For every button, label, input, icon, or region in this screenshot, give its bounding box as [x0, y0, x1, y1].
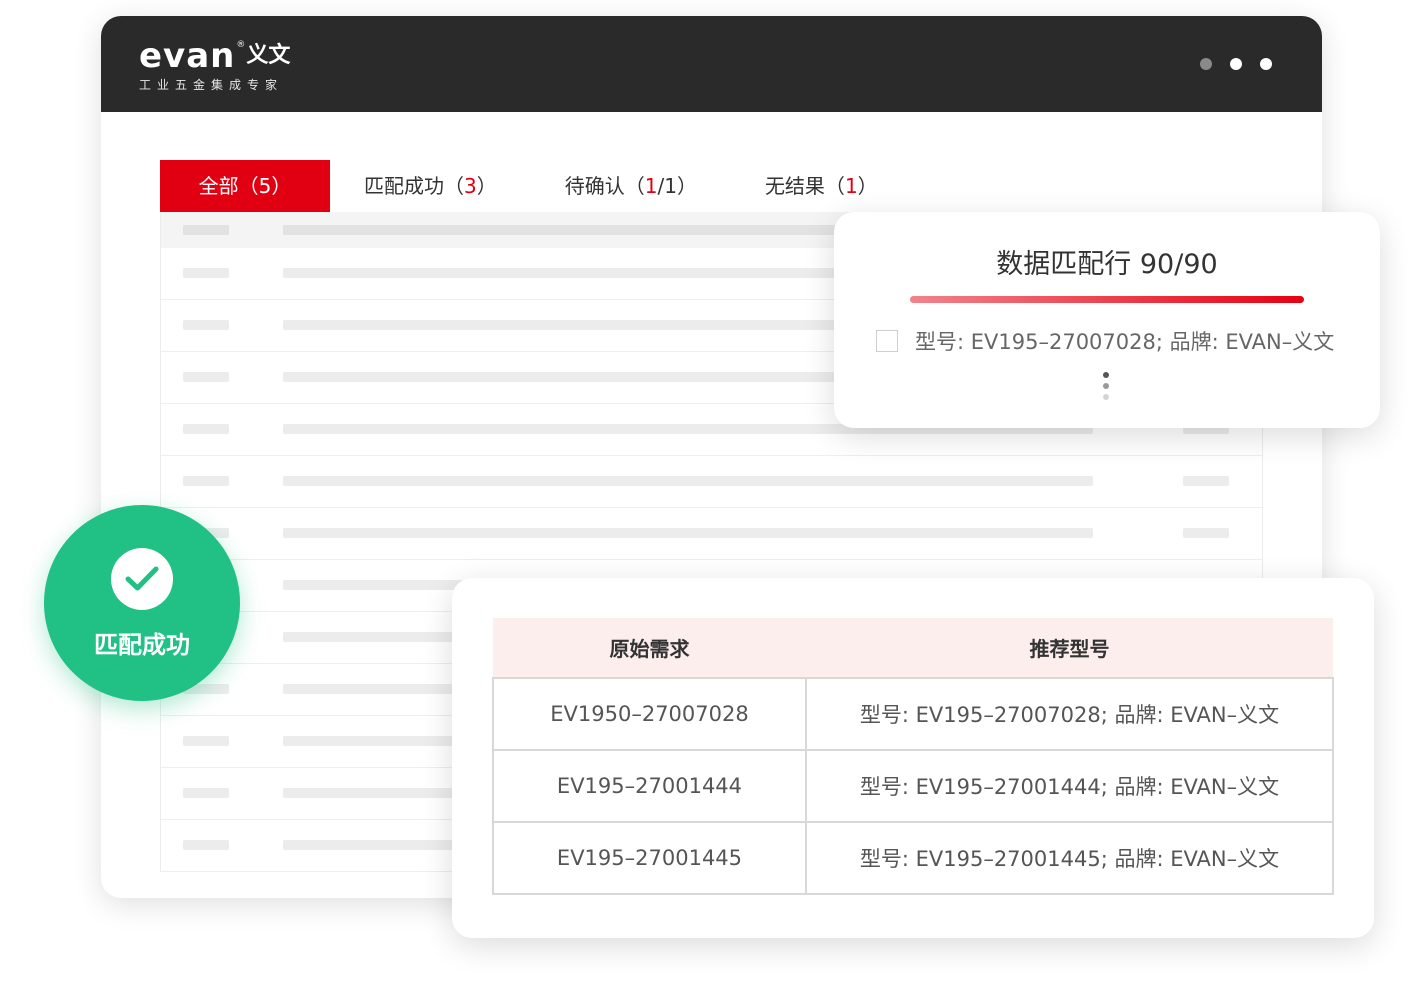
header-recommended-model: 推荐型号	[805, 618, 1333, 679]
progress-bar-fill	[910, 296, 1304, 303]
tab-count: 1	[844, 174, 858, 198]
badge-label: 匹配成功	[94, 631, 190, 659]
placeholder-bar	[183, 840, 229, 850]
placeholder-bar	[183, 268, 229, 278]
logo-tagline: 工业五金集成专家	[139, 78, 284, 92]
match-result-card: 原始需求 推荐型号 EV1950–27007028 型号: EV195–2700…	[452, 578, 1374, 938]
header-original-request: 原始需求	[493, 618, 806, 679]
filter-tabs: 全部（5） 匹配成功（3） 待确认（1/1） 无结果（1）	[160, 160, 912, 212]
table-row[interactable]: EV1950–27007028 型号: EV195–27007028; 品牌: …	[492, 677, 1335, 751]
logo-registered-mark: ®	[236, 40, 246, 50]
tab-label: 无结果（	[764, 174, 845, 198]
cell-recommended: 型号: EV195–27001445; 品牌: EVAN–义文	[804, 821, 1335, 895]
placeholder-bar	[1183, 528, 1229, 538]
tab-count-rest: /1	[657, 174, 677, 198]
placeholder-bar	[283, 476, 1093, 486]
placeholder-bar	[183, 424, 229, 434]
progress-bar	[910, 296, 1304, 303]
logo-word: evan	[139, 36, 236, 76]
tab-count: 1	[644, 174, 658, 198]
placeholder-bar	[183, 372, 229, 382]
tab-suffix: ）	[676, 174, 697, 198]
tab-suffix: ）	[476, 174, 497, 198]
cell-original: EV195–27001444	[492, 749, 807, 823]
table-row[interactable]: EV195–27001444 型号: EV195–27001444; 品牌: E…	[492, 749, 1335, 823]
tab-label: 全部（	[198, 174, 259, 198]
logo-chinese: 义文	[246, 43, 291, 68]
cell-original: EV195–27001445	[492, 821, 807, 895]
match-progress-card: 数据匹配行 90/90 型号: EV195–27007028; 品牌: EVAN…	[834, 212, 1380, 428]
tab-count: 3	[464, 174, 477, 198]
placeholder-bar	[183, 225, 229, 235]
menu-dot-icon	[1230, 58, 1242, 70]
item-checkbox[interactable]	[876, 330, 898, 352]
tab-label: 待确认（	[564, 174, 645, 198]
tab-pending[interactable]: 待确认（1/1）	[531, 160, 731, 212]
cell-recommended: 型号: EV195–27001444; 品牌: EVAN–义文	[804, 749, 1335, 823]
loading-dots-icon	[1103, 372, 1109, 400]
placeholder-bar	[183, 788, 229, 798]
cell-original: EV1950–27007028	[492, 677, 807, 751]
placeholder-bar	[283, 225, 843, 235]
table-header-row: 原始需求 推荐型号	[493, 618, 1333, 679]
menu-dot-icon	[1200, 58, 1212, 70]
placeholder-row	[161, 456, 1262, 508]
match-success-badge: 匹配成功	[44, 505, 240, 701]
item-text: 型号: EV195–27007028; 品牌: EVAN–义文	[915, 330, 1335, 354]
tab-count: 5	[258, 174, 272, 198]
placeholder-bar	[183, 320, 229, 330]
progress-title: 数据匹配行 90/90	[996, 249, 1218, 280]
cell-recommended: 型号: EV195–27007028; 品牌: EVAN–义文	[804, 677, 1335, 751]
check-icon	[111, 548, 173, 610]
window-menu[interactable]	[1200, 58, 1272, 70]
placeholder-bar	[283, 528, 1093, 538]
table-row[interactable]: EV195–27001445 型号: EV195–27001445; 品牌: E…	[492, 821, 1335, 895]
progress-item: 型号: EV195–27007028; 品牌: EVAN–义文	[876, 326, 1334, 356]
placeholder-bar	[1183, 476, 1229, 486]
tab-suffix: ）	[271, 174, 292, 198]
tab-no-result[interactable]: 无结果（1）	[731, 160, 912, 212]
placeholder-bar	[183, 476, 229, 486]
tab-all[interactable]: 全部（5）	[160, 160, 330, 212]
tab-matched[interactable]: 匹配成功（3）	[330, 160, 531, 212]
title-bar: evan ® 义文 工业五金集成专家	[101, 16, 1322, 112]
placeholder-bar	[183, 736, 229, 746]
result-table: 原始需求 推荐型号 EV1950–27007028 型号: EV195–2700…	[492, 618, 1335, 895]
menu-dot-icon	[1260, 58, 1272, 70]
placeholder-row	[161, 508, 1262, 560]
tab-label: 匹配成功（	[364, 174, 464, 198]
logo: evan ® 义文 工业五金集成专家	[139, 38, 290, 93]
tab-suffix: ）	[857, 174, 878, 198]
